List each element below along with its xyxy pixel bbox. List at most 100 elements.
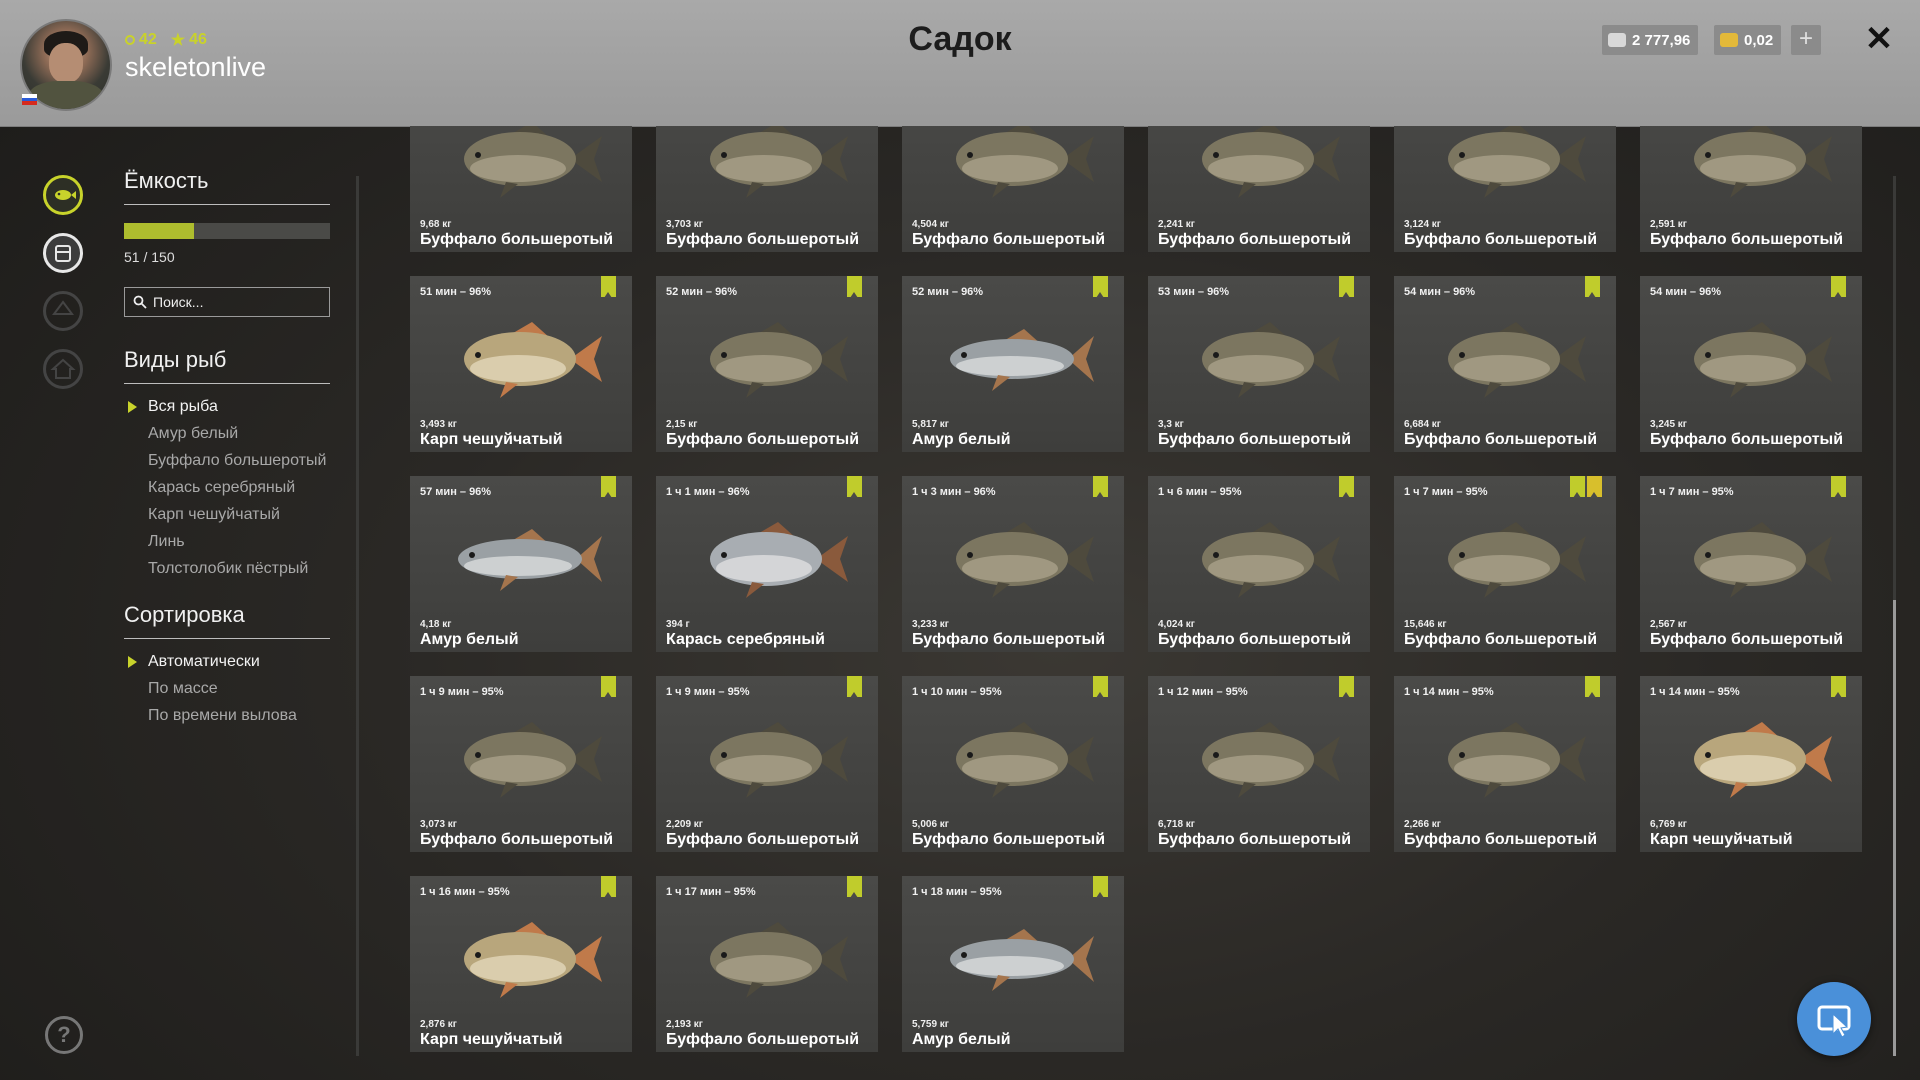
fish-card[interactable]: 54 мин – 96% 6,684 кг Буффало большеротый (1394, 276, 1616, 452)
fish-weight: 9,68 кг (420, 219, 452, 230)
close-button[interactable]: ✕ (1862, 22, 1896, 56)
fish-keepnet-icon[interactable] (43, 175, 83, 215)
bookmark-icon[interactable] (1093, 676, 1108, 698)
fish-card[interactable]: 1 ч 3 мин – 96% 3,233 кг Буффало большерот… (902, 476, 1124, 652)
bookmark-icon[interactable] (1570, 476, 1585, 498)
catch-time: 53 мин – 96% (1158, 286, 1230, 298)
species-filter-item[interactable]: Буффало большеротый (148, 452, 330, 470)
bookmark-icon[interactable] (1339, 476, 1354, 498)
fish-card[interactable]: 1 ч 12 мин – 95% 6,718 кг Буффало большеро… (1148, 676, 1370, 852)
catch-time: 1 ч 14 мин – 95% (1650, 686, 1740, 698)
fish-image (464, 322, 602, 398)
fish-card[interactable]: 53 мин – 96% 3,3 кг Буффало большеротый (1148, 276, 1370, 452)
sort-list: Автоматически По массе По времени вылова (124, 653, 330, 725)
fish-card[interactable]: 9,68 кг Буффало большеротый (410, 126, 632, 252)
fish-weight: 2,591 кг (1650, 219, 1687, 230)
search-input[interactable]: Поиск... (124, 287, 330, 317)
fish-card[interactable]: 1 ч 1 мин – 96% 394 г Карась серебряный (656, 476, 878, 652)
fish-card[interactable]: 1 ч 17 мин – 95% 2,193 кг Буффало большеро… (656, 876, 878, 1052)
fish-name: Буффало большеротый (1404, 231, 1598, 248)
bookmark-icon[interactable] (601, 676, 616, 698)
species-filter-item[interactable]: Вся рыба (128, 398, 330, 416)
fish-weight: 2,241 кг (1158, 219, 1195, 230)
sort-option-item[interactable]: По массе (148, 680, 330, 698)
fish-image (1694, 722, 1832, 798)
bookmark-icon[interactable] (1339, 676, 1354, 698)
catch-time: 1 ч 14 мин – 95% (1404, 686, 1494, 698)
fish-name: Буффало большеротый (1158, 631, 1352, 648)
fish-name: Буффало большеротый (420, 831, 614, 848)
fish-card[interactable]: 52 мин – 96% 5,817 кг Амур белый (902, 276, 1124, 452)
fish-card[interactable]: 51 мин – 96% 3,493 кг Карп чешуйчатый (410, 276, 632, 452)
fish-card[interactable]: 1 ч 9 мин – 95% 3,073 кг Буффало большерот… (410, 676, 632, 852)
bookmark-icon[interactable] (601, 276, 616, 298)
catch-time: 1 ч 18 мин – 95% (912, 886, 1002, 898)
species-filter-item[interactable]: Карась серебряный (148, 479, 330, 497)
fish-weight: 3,245 кг (1650, 419, 1687, 430)
fish-weight: 6,769 кг (1650, 819, 1687, 830)
fish-card[interactable]: 2,591 кг Буффало большеротый (1640, 126, 1862, 252)
fish-card[interactable]: 4,504 кг Буффало большеротый (902, 126, 1124, 252)
fish-image (1448, 322, 1586, 398)
fish-weight: 15,646 кг (1404, 619, 1447, 630)
fish-card[interactable]: 1 ч 10 мин – 95% 5,006 кг Буффало большеро… (902, 676, 1124, 852)
home-icon[interactable] (43, 349, 83, 389)
fish-card[interactable]: 1 ч 14 мин – 95% 6,769 кг Карп чешуйчатый (1640, 676, 1862, 852)
bookmark-icon[interactable] (1093, 876, 1108, 898)
fish-name: Буффало большеротый (912, 631, 1106, 648)
fish-card[interactable]: 1 ч 6 мин – 95% 4,024 кг Буффало большерот… (1148, 476, 1370, 652)
fish-image (710, 126, 848, 198)
species-filter-item[interactable]: Карп чешуйчатый (148, 506, 330, 524)
fish-weight: 6,684 кг (1404, 419, 1441, 430)
bookmark-icon[interactable] (1093, 476, 1108, 498)
fish-card[interactable]: 1 ч 16 мин – 95% 2,876 кг Карп чешуйчатый (410, 876, 632, 1052)
fish-card[interactable]: 1 ч 7 мин – 95% 2,567 кг Буффало большерот… (1640, 476, 1862, 652)
bookmark-icon[interactable] (1093, 276, 1108, 298)
silver-balance[interactable]: 2 777,96 (1602, 25, 1699, 55)
fish-name: Буффало большеротый (666, 231, 860, 248)
species-filter-item[interactable]: Линь (148, 533, 330, 551)
bookmark-icon[interactable] (847, 676, 862, 698)
bookmark-icon[interactable] (1831, 676, 1846, 698)
fish-weight: 4,18 кг (420, 619, 452, 630)
fish-card[interactable]: 1 ч 9 мин – 95% 2,209 кг Буффало большерот… (656, 676, 878, 852)
bookmark-icon[interactable] (847, 876, 862, 898)
fish-name: Амур белый (420, 631, 519, 648)
bookmark-icon[interactable] (601, 876, 616, 898)
fish-card[interactable]: 1 ч 18 мин – 95% 5,759 кг Амур белый (902, 876, 1124, 1052)
bookmark-icon[interactable] (1831, 476, 1846, 498)
fish-weight: 6,718 кг (1158, 819, 1195, 830)
fish-image (1202, 126, 1340, 198)
cursor-mode-button[interactable] (1797, 982, 1871, 1056)
fish-card[interactable]: 1 ч 14 мин – 95% 2,266 кг Буффало большеро… (1394, 676, 1616, 852)
add-currency-button[interactable]: + (1791, 25, 1821, 55)
fish-card[interactable]: 2,241 кг Буффало большеротый (1148, 126, 1370, 252)
fish-card[interactable]: 54 мин – 96% 3,245 кг Буффало большеротый (1640, 276, 1862, 452)
fish-card[interactable]: 3,124 кг Буффало большеротый (1394, 126, 1616, 252)
trophy-star-icon[interactable] (1587, 476, 1602, 498)
species-filter-item[interactable]: Толстолобик пёстрый (148, 560, 330, 578)
help-icon[interactable]: ? (45, 1016, 83, 1054)
fish-image (1694, 126, 1832, 198)
fish-card[interactable]: 3,703 кг Буффало большеротый (656, 126, 878, 252)
bookmark-icon[interactable] (847, 476, 862, 498)
bookmark-icon[interactable] (847, 276, 862, 298)
fish-card[interactable]: 1 ч 7 мин – 95% 15,646 кг Буффало большеро… (1394, 476, 1616, 652)
sort-option-item[interactable]: Автоматически (128, 653, 330, 671)
capacity-bar (124, 223, 330, 239)
sort-option-item[interactable]: По времени вылова (148, 707, 330, 725)
rank-up-icon[interactable] (43, 291, 83, 331)
bookmark-icon[interactable] (1585, 276, 1600, 298)
storage-icon[interactable] (43, 233, 83, 273)
bookmark-icon[interactable] (1585, 676, 1600, 698)
fish-name: Буффало большеротый (666, 431, 860, 448)
species-filter-item[interactable]: Амур белый (148, 425, 330, 443)
bookmark-icon[interactable] (1831, 276, 1846, 298)
fish-card[interactable]: 52 мин – 96% 2,15 кг Буффало большеротый (656, 276, 878, 452)
scrollbar-thumb[interactable] (1893, 600, 1896, 1056)
gold-balance[interactable]: 0,02 (1714, 25, 1782, 55)
fish-card[interactable]: 57 мин – 96% 4,18 кг Амур белый (410, 476, 632, 652)
bookmark-icon[interactable] (1339, 276, 1354, 298)
bookmark-icon[interactable] (601, 476, 616, 498)
capacity-fill (124, 223, 195, 239)
